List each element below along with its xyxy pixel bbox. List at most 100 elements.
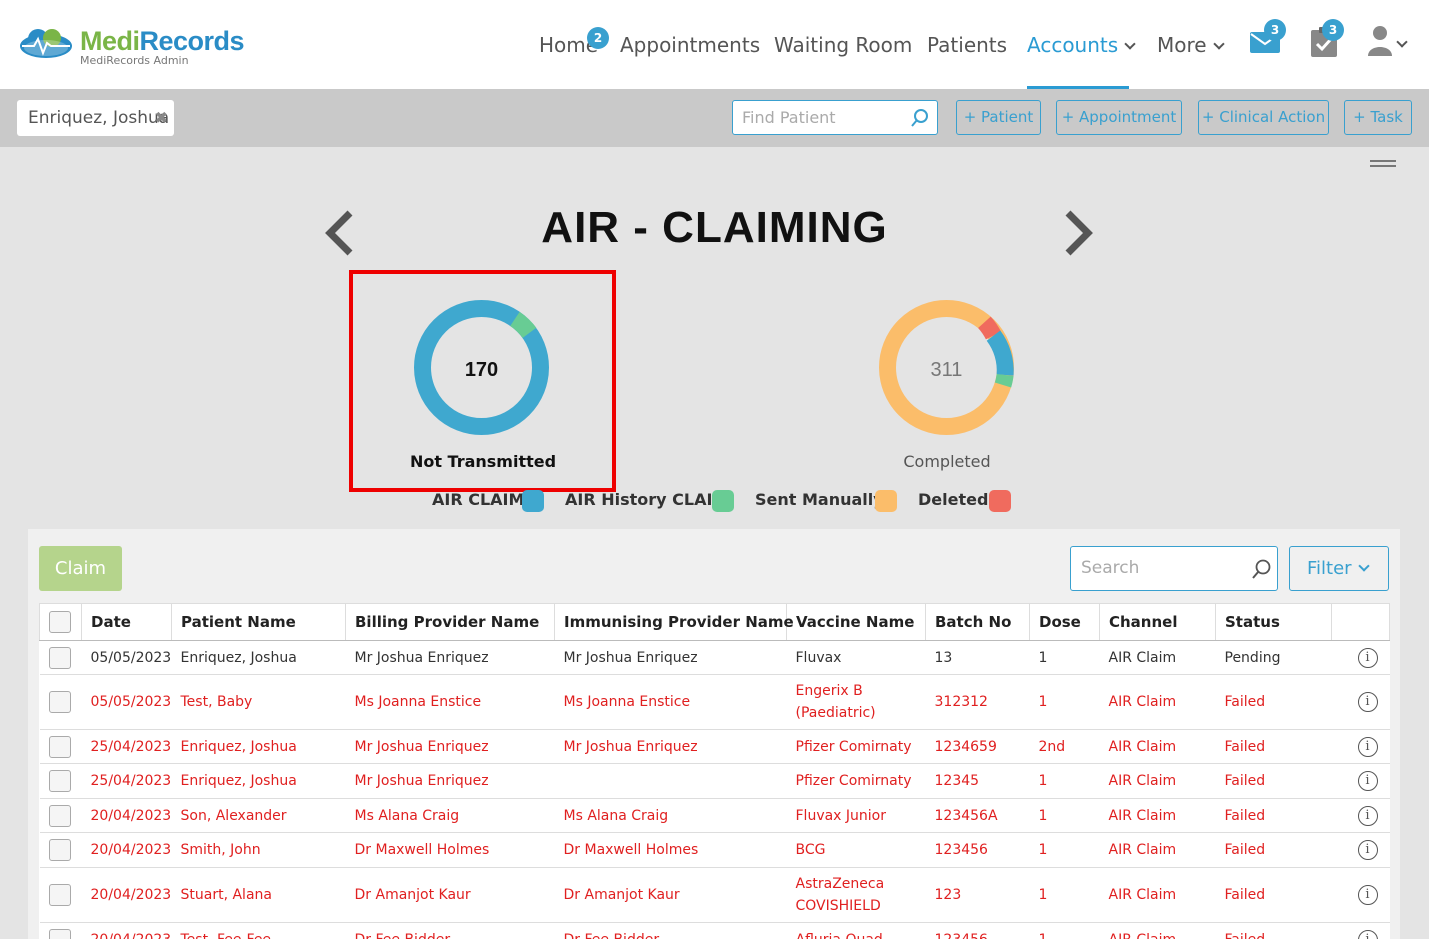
cell-channel: AIR Claim bbox=[1099, 729, 1216, 764]
column-header-status[interactable]: Status bbox=[1215, 603, 1332, 641]
column-header-channel[interactable]: Channel bbox=[1099, 603, 1216, 641]
next-arrow-icon[interactable] bbox=[1064, 210, 1094, 256]
table-row[interactable]: 20/04/2023 Stuart, Alana Dr Amanjot Kaur… bbox=[39, 867, 1390, 923]
cell-patient-name: Test, Baby bbox=[171, 674, 346, 730]
cell-patient-name: Enriquez, Joshua bbox=[171, 729, 346, 764]
cell-patient-name: Smith, John bbox=[171, 832, 346, 868]
cell-patient-name: Son, Alexander bbox=[171, 798, 346, 833]
table-row[interactable]: 05/05/2023 Test, Baby Ms Joanna Enstice … bbox=[39, 674, 1390, 730]
not-transmitted-donut[interactable]: 170 bbox=[413, 299, 550, 436]
column-header-batch-no[interactable]: Batch No bbox=[925, 603, 1030, 641]
cell-vaccine-name: BCG bbox=[786, 832, 926, 868]
hamburger-menu-icon[interactable] bbox=[1370, 160, 1396, 170]
top-navigation: MediRecords MediRecords Admin Home 2 App… bbox=[0, 0, 1429, 89]
search-icon[interactable] bbox=[911, 109, 929, 127]
info-icon[interactable]: i bbox=[1357, 840, 1378, 860]
cell-batch-no: 123456 bbox=[925, 922, 1030, 939]
column-header-billing-provider[interactable]: Billing Provider Name bbox=[345, 603, 555, 641]
select-all-checkbox[interactable] bbox=[49, 611, 71, 633]
cell-date: 25/04/2023 bbox=[81, 763, 172, 799]
table-row[interactable]: 20/04/2023 Smith, John Dr Maxwell Holmes… bbox=[39, 832, 1390, 868]
cell-dose: 2nd bbox=[1029, 729, 1100, 764]
info-icon[interactable]: i bbox=[1357, 885, 1378, 905]
column-header-patient-name[interactable]: Patient Name bbox=[171, 603, 346, 641]
page-title: AIR - CLAIMING bbox=[541, 203, 888, 252]
table-search-input[interactable]: Search bbox=[1070, 546, 1278, 591]
nav-appointments[interactable]: Appointments bbox=[620, 32, 760, 58]
legend-swatch bbox=[875, 490, 897, 512]
cell-immunising-provider: Mr Joshua Enriquez bbox=[554, 640, 787, 675]
info-icon[interactable]: i bbox=[1357, 929, 1378, 939]
cell-billing-provider: Ms Alana Craig bbox=[345, 798, 555, 833]
row-checkbox[interactable] bbox=[48, 804, 71, 827]
row-checkbox[interactable] bbox=[48, 691, 71, 713]
cell-patient-name: Enriquez, Joshua bbox=[171, 763, 346, 799]
row-checkbox[interactable] bbox=[48, 839, 71, 861]
cell-dose: 1 bbox=[1029, 832, 1100, 868]
table-row[interactable]: 05/05/2023 Enriquez, Joshua Mr Joshua En… bbox=[39, 640, 1390, 675]
filter-button[interactable]: Filter bbox=[1289, 546, 1389, 591]
cell-date: 20/04/2023 bbox=[81, 798, 172, 833]
legend-swatch bbox=[712, 490, 734, 512]
user-profile-icon[interactable] bbox=[1368, 24, 1392, 56]
cell-billing-provider: Mr Joshua Enriquez bbox=[345, 729, 555, 764]
legend-item-air-history-claim: AIR History CLAIM bbox=[565, 490, 734, 514]
cell-date: 05/05/2023 bbox=[81, 640, 172, 675]
cell-date: 20/04/2023 bbox=[81, 867, 172, 923]
cell-patient-name: Stuart, Alana bbox=[171, 867, 346, 923]
add-task-button[interactable]: + Task bbox=[1344, 100, 1412, 135]
search-icon[interactable] bbox=[1251, 559, 1271, 579]
cell-batch-no: 123 bbox=[925, 867, 1030, 923]
column-header-date[interactable]: Date bbox=[81, 603, 172, 641]
nav-waiting-room[interactable]: Waiting Room bbox=[774, 32, 912, 58]
table-row[interactable]: 20/04/2023 Son, Alexander Ms Alana Craig… bbox=[39, 798, 1390, 833]
current-patient-tag[interactable]: Enriquez, Joshua ✖ bbox=[17, 100, 174, 136]
medirecords-logo[interactable]: MediRecords MediRecords Admin bbox=[16, 24, 256, 70]
table-row[interactable]: 25/04/2023 Enriquez, Joshua Mr Joshua En… bbox=[39, 763, 1390, 799]
cell-batch-no: 312312 bbox=[925, 674, 1030, 730]
legend-swatch bbox=[989, 490, 1011, 512]
find-patient-input[interactable]: Find Patient bbox=[732, 100, 938, 135]
nav-more[interactable]: More bbox=[1157, 32, 1225, 58]
row-checkbox[interactable] bbox=[48, 928, 71, 939]
chevron-down-icon bbox=[1124, 38, 1136, 50]
cell-immunising-provider: Ms Alana Craig bbox=[554, 798, 787, 833]
cell-dose: 1 bbox=[1029, 674, 1100, 730]
column-header-immunising-provider[interactable]: Immunising Provider Name bbox=[554, 603, 794, 641]
cell-billing-provider: Mr Joshua Enriquez bbox=[345, 763, 555, 799]
cell-status: Failed bbox=[1215, 867, 1332, 923]
cell-channel: AIR Claim bbox=[1099, 640, 1216, 675]
brand-name: MediRecords bbox=[80, 26, 245, 56]
row-checkbox[interactable] bbox=[48, 770, 71, 792]
add-patient-button[interactable]: + Patient bbox=[956, 100, 1041, 135]
chevron-down-icon[interactable] bbox=[1396, 36, 1408, 48]
info-icon[interactable]: i bbox=[1357, 805, 1378, 826]
nav-accounts[interactable]: Accounts bbox=[1027, 32, 1136, 58]
add-clinical-action-button[interactable]: + Clinical Action bbox=[1198, 100, 1329, 135]
cell-channel: AIR Claim bbox=[1099, 674, 1216, 730]
column-header-dose[interactable]: Dose bbox=[1029, 603, 1100, 641]
cell-dose: 1 bbox=[1029, 763, 1100, 799]
claim-button[interactable]: Claim bbox=[39, 546, 122, 591]
info-icon[interactable]: i bbox=[1357, 771, 1378, 791]
cell-dose: 1 bbox=[1029, 798, 1100, 833]
info-icon[interactable]: i bbox=[1357, 647, 1378, 668]
close-icon[interactable]: ✖ bbox=[155, 100, 168, 136]
patient-bar: Enriquez, Joshua ✖ Find Patient + Patien… bbox=[0, 89, 1429, 147]
cell-channel: AIR Claim bbox=[1099, 832, 1216, 868]
info-icon[interactable]: i bbox=[1357, 736, 1378, 757]
completed-label: Completed bbox=[903, 452, 991, 471]
nav-patients[interactable]: Patients bbox=[927, 32, 1007, 58]
row-checkbox[interactable] bbox=[48, 646, 71, 669]
column-header-vaccine-name[interactable]: Vaccine Name bbox=[786, 603, 926, 641]
brand-subtitle: MediRecords Admin bbox=[80, 54, 189, 67]
cell-billing-provider: Dr Fee Bidder bbox=[345, 922, 555, 939]
tasks-badge: 3 bbox=[1322, 19, 1344, 41]
table-row[interactable]: 25/04/2023 Enriquez, Joshua Mr Joshua En… bbox=[39, 729, 1390, 764]
table-row[interactable]: 20/04/2023 Test, Fee-Fee Dr Fee Bidder D… bbox=[39, 922, 1390, 939]
row-checkbox[interactable] bbox=[48, 884, 71, 906]
info-icon[interactable]: i bbox=[1357, 692, 1378, 712]
add-appointment-button[interactable]: + Appointment bbox=[1056, 100, 1182, 135]
row-checkbox[interactable] bbox=[48, 735, 71, 758]
completed-donut[interactable]: 311 bbox=[878, 299, 1015, 436]
